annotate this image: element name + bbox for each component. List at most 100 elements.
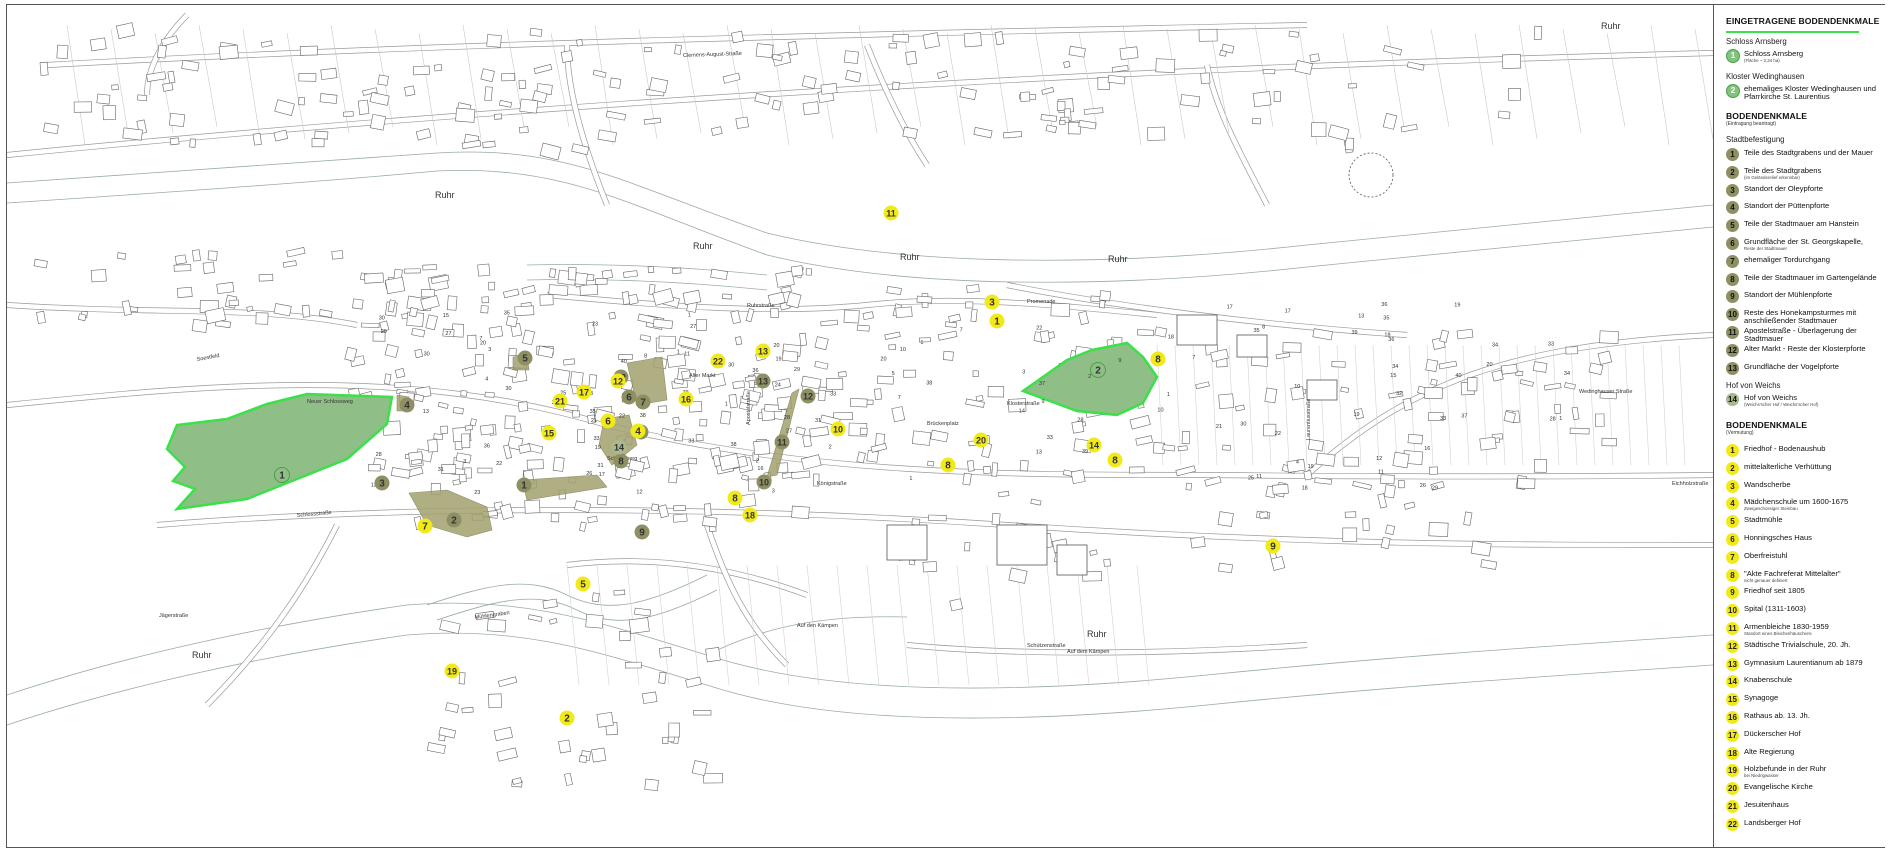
building <box>634 607 652 617</box>
building <box>640 508 650 521</box>
building <box>696 318 707 331</box>
legend-badge: 13 <box>1726 657 1739 671</box>
legend-label: Schloss Arnsberg <box>1744 49 1804 58</box>
parcel-line <box>1518 24 1538 140</box>
building <box>911 518 921 526</box>
street <box>564 44 610 207</box>
building <box>1533 25 1543 40</box>
legend-item: 1 Friedhof - Bodenaushub <box>1726 444 1884 460</box>
building <box>814 360 829 370</box>
house-number: 16 <box>1424 446 1430 452</box>
building <box>1288 30 1299 38</box>
building <box>1362 518 1370 531</box>
legend-item: 11 Armenbleiche 1830-1959 Standort eines B… <box>1726 622 1884 638</box>
legend-badge: 6 <box>1726 533 1739 546</box>
marker-green-1: 1 <box>274 467 290 483</box>
house-number: 32 <box>1396 391 1402 397</box>
legend-note: (Fläche ~ 2,34 ha) <box>1744 58 1780 63</box>
building <box>1180 94 1201 108</box>
house-number: 35 <box>590 409 596 415</box>
house-number: 22 <box>1036 326 1042 332</box>
building <box>732 380 746 390</box>
building <box>1099 290 1112 302</box>
building <box>524 499 541 514</box>
legend-item: 6 Grundfläche der St. Georgskapelle, Reste… <box>1726 237 1884 253</box>
building <box>363 272 384 284</box>
building <box>677 335 700 350</box>
house-number: 33 <box>1440 416 1446 422</box>
house-number: 38 <box>640 413 646 419</box>
house-number: 1 <box>909 476 912 482</box>
building <box>1264 387 1278 404</box>
legend-item: 8 "Akte Fachreferat Mittelalter" nicht gen… <box>1726 568 1884 585</box>
building <box>1565 346 1579 355</box>
building <box>420 289 435 298</box>
building <box>228 299 240 307</box>
legend-label: Grundfläche der St. Georgskapelle, <box>1744 237 1864 246</box>
building <box>160 35 179 47</box>
street-fill <box>1305 332 1713 477</box>
legend-item: 19 Holzbefunde in der Ruhr bei Niedrigwass… <box>1726 764 1884 780</box>
marker-number: 3 <box>989 298 995 309</box>
house-number: 7 <box>1192 355 1195 361</box>
house-number: 24 <box>775 383 781 389</box>
building <box>564 772 573 786</box>
parcel-line <box>956 564 970 686</box>
building <box>1429 466 1439 475</box>
building <box>741 474 749 481</box>
marker-number: 7 <box>640 398 646 409</box>
marker-number: 12 <box>613 377 623 387</box>
map-canvas[interactable]: Ruhr Ruhr Ruhr Ruhr Ruhr Ruhr Ruhr Clemens-Augu… <box>7 5 1713 847</box>
parcel-line <box>1136 564 1150 686</box>
building <box>673 505 686 512</box>
parcel-line <box>1282 344 1290 466</box>
building <box>569 371 584 387</box>
building <box>258 273 274 282</box>
building <box>578 755 588 763</box>
building <box>817 389 826 402</box>
legend-item: 1 Teile des Stadtgrabens und der Mauer <box>1726 148 1884 164</box>
building <box>719 410 732 425</box>
large-building <box>1056 544 1088 576</box>
building <box>181 59 200 72</box>
legend-label: Teile der Stadtmauer am Hanstein <box>1744 219 1859 229</box>
legend-badge: 11 <box>1726 326 1739 339</box>
building <box>174 254 187 265</box>
building <box>560 50 574 63</box>
marker-brown-5: 5 <box>517 350 533 366</box>
legend-label: Stadtmühle <box>1744 515 1783 525</box>
legend-label: mittelalterliche Verhüttung <box>1744 461 1832 471</box>
legend-badge: 22 <box>1726 817 1739 831</box>
building <box>1383 45 1403 56</box>
building <box>859 427 868 435</box>
marker-number: 3 <box>379 479 385 490</box>
building <box>674 44 682 55</box>
building <box>420 295 440 311</box>
house-number: 11 <box>1378 469 1384 475</box>
building <box>937 330 958 341</box>
house-number: 38 <box>731 442 737 448</box>
legend-note: (Weichs'scher Hof / Weichs'scher Hof) <box>1744 402 1819 407</box>
parcel-line <box>1650 24 1670 146</box>
parcel-line <box>986 564 1000 686</box>
marker-number: 2 <box>1095 366 1101 377</box>
house-number: 28 <box>1077 417 1083 423</box>
building <box>1331 360 1346 368</box>
marker-number: 5 <box>522 354 528 365</box>
house-number: 38 <box>926 381 932 387</box>
building <box>162 82 174 92</box>
house-number: 17 <box>599 472 605 478</box>
building <box>479 424 495 436</box>
house-number: 20 <box>880 356 886 362</box>
marker-number: 10 <box>833 425 843 435</box>
building <box>1347 83 1357 89</box>
street <box>144 12 190 96</box>
building <box>948 313 962 324</box>
river-label: Ruhr <box>192 650 212 660</box>
building <box>1424 386 1443 400</box>
legend-item: 4 Mädchenschule um 1600-1675 Zweigeschossi… <box>1726 497 1884 513</box>
building <box>1218 393 1235 409</box>
building <box>433 64 443 72</box>
building <box>1467 377 1478 392</box>
building <box>1282 342 1302 353</box>
